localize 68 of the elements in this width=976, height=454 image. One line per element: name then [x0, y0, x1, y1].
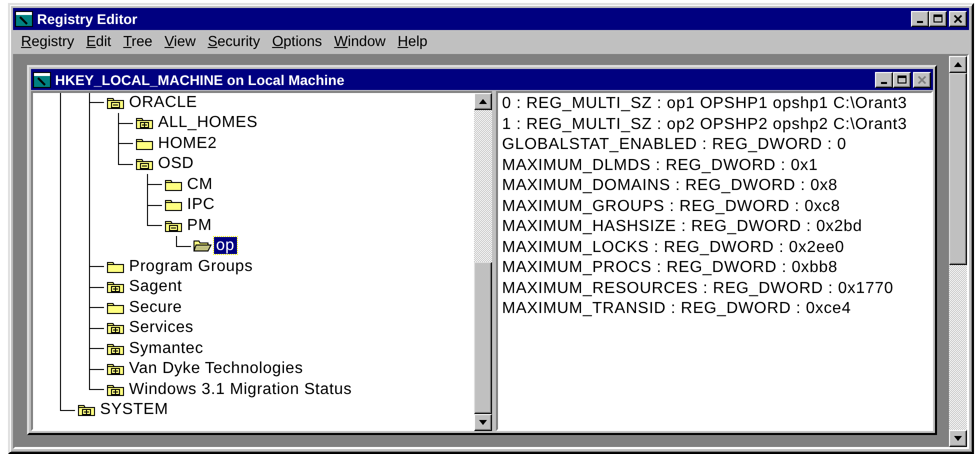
close-button[interactable]	[949, 11, 967, 27]
maximize-button[interactable]	[893, 72, 911, 88]
menu-item[interactable]: Security	[202, 34, 266, 50]
menu-item[interactable]: View	[158, 34, 202, 50]
folder-minus-icon[interactable]	[135, 156, 154, 172]
registry-value[interactable]: MAXIMUM_DLMDS : REG_DWORD : 0x1	[502, 156, 927, 176]
menu-item[interactable]: Tree	[117, 34, 158, 50]
folder-plus-icon[interactable]	[77, 402, 96, 418]
scroll-down-button[interactable]	[949, 430, 967, 447]
minimize-button[interactable]	[875, 72, 893, 88]
open-folder-icon[interactable]	[193, 238, 212, 254]
registry-value[interactable]: MAXIMUM_GROUPS : REG_DWORD : 0xc8	[502, 196, 927, 217]
registry-value[interactable]: MAXIMUM_RESOURCES : REG_DWORD : 0x1770	[502, 278, 927, 299]
registry-icon	[15, 11, 33, 27]
registry-value[interactable]: 0 : REG_MULTI_SZ : op1 OPSHP1 opshp1 C:\Orant3	[502, 94, 927, 114]
registry-key[interactable]: ALL_HOMES	[156, 114, 260, 132]
minimize-icon	[917, 21, 923, 23]
close-icon	[917, 74, 927, 84]
maximize-icon	[897, 74, 907, 84]
registry-value[interactable]: MAXIMUM_PROCS : REG_DWORD : 0xbb8	[502, 258, 927, 278]
registry-key[interactable]: IPC	[185, 196, 217, 214]
window-title: HKEY_LOCAL_MACHINE on Local Machine	[55, 72, 346, 88]
folder-icon[interactable]	[164, 197, 183, 212]
menu-item[interactable]: Help	[392, 34, 434, 50]
menu-item[interactable]: Window	[328, 34, 392, 50]
up-arrow-icon	[954, 62, 962, 67]
close-icon	[953, 14, 963, 24]
maximize-icon	[933, 14, 943, 24]
registry-key[interactable]: Secure	[127, 298, 184, 316]
folder-plus-icon[interactable]	[106, 279, 125, 294]
minimize-button[interactable]	[911, 11, 929, 27]
registry-key[interactable]: OSD	[156, 155, 196, 172]
registry-key[interactable]: Van Dyke Technologies	[127, 360, 306, 378]
menu-item[interactable]: Options	[266, 34, 328, 50]
registry-key[interactable]: op	[214, 237, 237, 254]
down-arrow-icon	[479, 420, 487, 425]
registry-key[interactable]: Services	[127, 319, 196, 336]
scroll-up-button[interactable]	[474, 93, 492, 110]
registry-value[interactable]: MAXIMUM_HASHSIZE : REG_DWORD : 0x2bd	[502, 217, 927, 238]
scroll-down-button[interactable]	[474, 414, 492, 431]
menu-item[interactable]: Edit	[80, 34, 118, 50]
registry-value[interactable]: MAXIMUM_LOCKS : REG_DWORD : 0x2ee0	[502, 238, 927, 258]
scroll-up-button[interactable]	[949, 56, 967, 73]
registry-icon	[33, 72, 51, 88]
registry-key[interactable]: SYSTEM	[98, 401, 170, 418]
folder-plus-icon[interactable]	[106, 320, 125, 336]
menu-item[interactable]: Registry	[15, 34, 80, 50]
registry-value[interactable]: 1 : REG_MULTI_SZ : op2 OPSHP2 opshp2 C:\Orant3	[502, 114, 927, 135]
registry-key[interactable]: PM	[185, 216, 214, 234]
registry-value[interactable]: MAXIMUM_DOMAINS : REG_DWORD : 0x8	[502, 176, 927, 196]
scrollbar-thumb[interactable]	[949, 73, 967, 265]
registry-key[interactable]: ORACLE	[127, 94, 200, 111]
folder-plus-icon[interactable]	[106, 361, 125, 376]
up-arrow-icon	[479, 99, 487, 104]
down-arrow-icon	[954, 436, 962, 441]
registry-key[interactable]: CM	[185, 176, 215, 193]
registry-key[interactable]: Windows 3.1 Migration Status	[127, 380, 354, 398]
maximize-button[interactable]	[929, 11, 947, 27]
registry-key[interactable]: HOME2	[156, 134, 219, 152]
registry-key[interactable]: Symantec	[127, 340, 206, 357]
minimize-icon	[881, 82, 887, 84]
registry-key[interactable]: Program Groups	[127, 258, 255, 275]
folder-plus-icon[interactable]	[135, 115, 154, 130]
registry-key[interactable]: Sagent	[127, 278, 184, 296]
scrollbar-thumb[interactable]	[474, 262, 492, 414]
window-title: Registry Editor	[37, 11, 138, 27]
registry-value[interactable]: GLOBALSTAT_ENABLED : REG_DWORD : 0	[502, 135, 927, 156]
registry-value[interactable]: MAXIMUM_TRANSID : REG_DWORD : 0xce4	[502, 299, 927, 320]
